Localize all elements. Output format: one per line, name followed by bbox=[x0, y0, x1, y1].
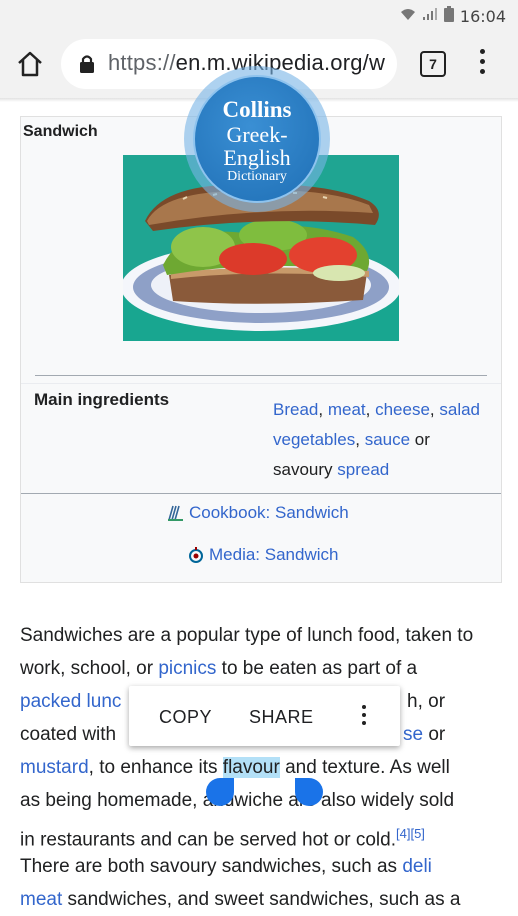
text-run: There are both savoury sandwiches, such … bbox=[20, 856, 403, 877]
cheese-link-partial[interactable]: se bbox=[403, 724, 423, 745]
home-button[interactable] bbox=[16, 50, 44, 78]
selected-text[interactable]: flavour bbox=[222, 757, 280, 778]
text-run: or bbox=[423, 724, 446, 745]
wifi-icon bbox=[400, 7, 416, 26]
or-text: or bbox=[414, 430, 430, 449]
text-run: work, school, or bbox=[20, 658, 159, 679]
selection-handle-start[interactable] bbox=[206, 778, 234, 806]
text-run: as being homemade, bbox=[20, 790, 203, 811]
mustard-link[interactable]: mustard bbox=[20, 757, 89, 778]
spread-link[interactable]: spread bbox=[337, 460, 389, 479]
text-run: sandwiches, and sweet sandwiches, such a… bbox=[62, 889, 461, 910]
savoury-text: savoury bbox=[273, 460, 333, 479]
text-line: meat sandwiches, and sweet sandwiches, s… bbox=[20, 883, 510, 916]
copy-button[interactable]: COPY bbox=[159, 707, 212, 728]
text-line: in restaurants and can be served hot or … bbox=[20, 817, 510, 850]
ingredients-label: Main ingredients bbox=[34, 390, 170, 409]
text-run: coated with bbox=[20, 724, 117, 745]
collins-logo: Collins Greek- English Dictionary bbox=[193, 75, 321, 203]
reference-link[interactable]: [4][5] bbox=[396, 826, 425, 841]
url-prefix: https:// bbox=[108, 50, 176, 75]
text-line: There are both savoury sandwiches, such … bbox=[20, 850, 510, 883]
meat-link[interactable]: meat bbox=[328, 400, 366, 419]
sauce-link[interactable]: sauce bbox=[365, 430, 410, 449]
text-line: mustard, to enhance its flavour and text… bbox=[20, 751, 510, 784]
more-options-icon[interactable] bbox=[362, 705, 366, 725]
overflow-menu-icon[interactable] bbox=[474, 49, 490, 77]
media-link-text: Media: Sandwich bbox=[209, 545, 339, 564]
article-paragraph: Sandwiches are a popular type of lunch f… bbox=[20, 619, 510, 916]
wikibooks-icon bbox=[168, 505, 183, 521]
packed-lunch-link[interactable]: packed lunc bbox=[20, 691, 121, 712]
tab-switcher-button[interactable]: 7 bbox=[420, 51, 446, 77]
home-icon bbox=[18, 51, 42, 77]
text-line: work, school, or picnics to be eaten as … bbox=[20, 652, 510, 685]
salad-link[interactable]: salad bbox=[439, 400, 480, 419]
clock: 16:04 bbox=[459, 7, 506, 26]
bread-link[interactable]: Bread bbox=[273, 400, 318, 419]
ingredients-value: Bread, meat, cheese, salad vegetables, s… bbox=[273, 400, 480, 479]
collins-dictionary-bubble[interactable]: Collins Greek- English Dictionary bbox=[184, 66, 330, 212]
signal-icon bbox=[422, 7, 438, 26]
selection-handle-end[interactable] bbox=[295, 778, 323, 806]
cheese-link[interactable]: cheese bbox=[375, 400, 430, 419]
text-selection-menu: COPY SHARE bbox=[129, 686, 400, 746]
text-run: h, or bbox=[407, 691, 446, 712]
collins-line4: Dictionary bbox=[227, 169, 287, 184]
battery-icon bbox=[443, 6, 454, 27]
media-link[interactable]: Media: Sandwich bbox=[187, 545, 338, 565]
infobox-title: Sandwich bbox=[23, 123, 98, 140]
text-run: and texture. As well bbox=[279, 757, 450, 778]
meat-link-article[interactable]: meat bbox=[20, 889, 62, 910]
vegetables-link[interactable]: vegetables bbox=[273, 430, 355, 449]
lock-icon bbox=[80, 55, 94, 73]
text-run: , to enhance its bbox=[88, 757, 223, 778]
share-button[interactable]: SHARE bbox=[249, 707, 314, 728]
commons-icon bbox=[189, 547, 203, 563]
infobox-divider bbox=[35, 375, 487, 376]
row-separator bbox=[21, 383, 501, 384]
cookbook-link[interactable]: Cookbook: Sandwich bbox=[167, 503, 349, 523]
text-run: in restaurants and can be served hot or … bbox=[20, 829, 397, 851]
cookbook-link-text: Cookbook: Sandwich bbox=[189, 503, 349, 522]
text-run: to be eaten as part of a bbox=[216, 658, 418, 679]
text-line: as being homemade, andwiche are also wid… bbox=[20, 784, 510, 817]
picnics-link[interactable]: picnics bbox=[158, 658, 216, 679]
deli-link[interactable]: deli bbox=[402, 856, 432, 877]
text-line: Sandwiches are a popular type of lunch f… bbox=[20, 625, 474, 646]
collins-brand: Collins bbox=[222, 97, 292, 122]
status-bar: 16:04 bbox=[0, 0, 518, 30]
infobox-divider-bottom bbox=[21, 493, 501, 494]
collins-line3: English bbox=[223, 145, 291, 170]
